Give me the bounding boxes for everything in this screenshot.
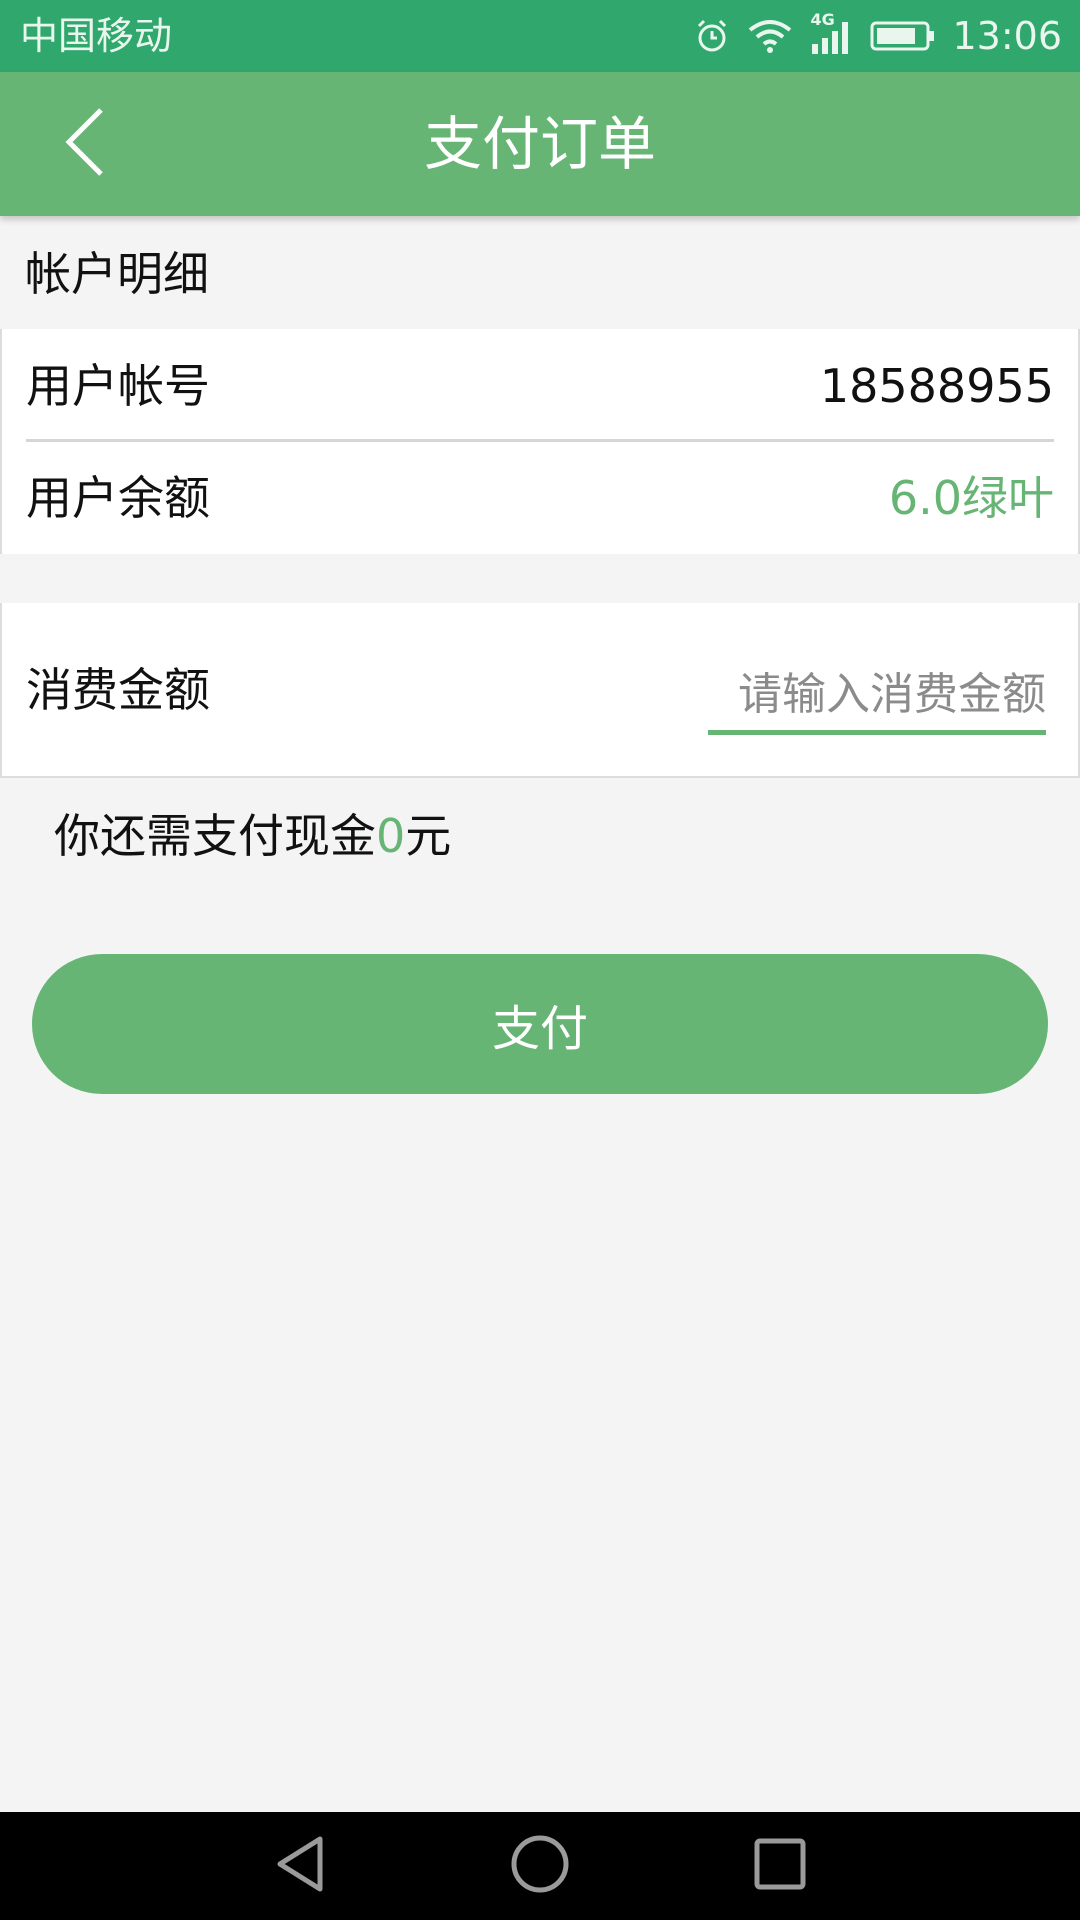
amount-input[interactable] xyxy=(708,659,1046,735)
wifi-icon xyxy=(746,18,794,54)
account-number-value: 18588955 xyxy=(819,359,1054,413)
account-section-header: 帐户明细 xyxy=(25,247,209,301)
nav-home-button[interactable] xyxy=(495,1821,585,1911)
account-number-label: 用户帐号 xyxy=(26,359,210,413)
cash-due-amount: 0 xyxy=(376,809,406,863)
cash-due-line: 你还需支付现金0元 xyxy=(54,808,451,864)
app-bar: 支付订单 xyxy=(0,72,1080,216)
cash-due-prefix: 你还需支付现金 xyxy=(54,809,376,863)
signal-icon: 4G xyxy=(810,10,854,54)
carrier-label: 中国移动 xyxy=(20,14,173,58)
status-bar: 中国移动 4G 13:06 xyxy=(0,0,1080,72)
recents-square-icon xyxy=(752,1836,808,1896)
amount-label: 消费金额 xyxy=(26,663,210,717)
system-nav-bar xyxy=(0,1812,1080,1920)
network-type-label: 4G xyxy=(810,10,835,29)
status-icons: 4G 13:06 xyxy=(694,10,1062,58)
cash-due-suffix: 元 xyxy=(405,809,452,863)
home-circle-icon xyxy=(510,1834,570,1898)
account-balance-value: 6.0绿叶 xyxy=(888,471,1054,525)
nav-recents-button[interactable] xyxy=(735,1821,825,1911)
back-triangle-icon xyxy=(272,1834,328,1898)
account-number-row: 用户帐号 18588955 xyxy=(2,329,1078,442)
amount-card: 消费金额 xyxy=(0,603,1080,778)
page-title: 支付订单 xyxy=(423,110,656,178)
account-card: 用户帐号 18588955 用户余额 6.0绿叶 xyxy=(0,329,1080,554)
account-balance-row: 用户余额 6.0绿叶 xyxy=(2,441,1078,553)
pay-button[interactable]: 支付 xyxy=(32,954,1048,1094)
nav-back-button[interactable] xyxy=(255,1821,345,1911)
battery-icon xyxy=(870,18,936,54)
account-balance-label: 用户余额 xyxy=(26,471,210,525)
alarm-icon xyxy=(694,18,730,54)
clock-time: 13:06 xyxy=(952,14,1062,58)
